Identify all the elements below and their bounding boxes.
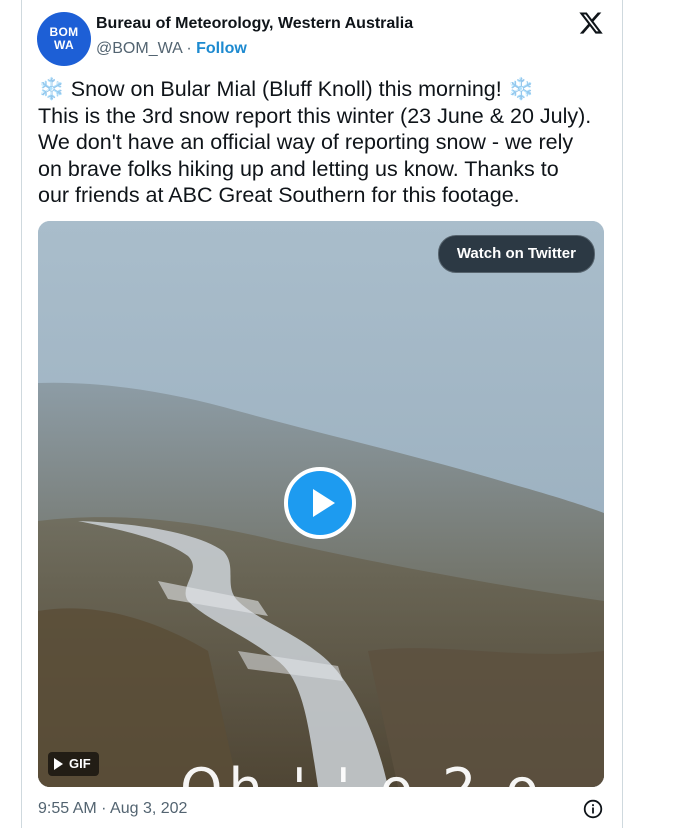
x-logo-icon[interactable] <box>578 10 604 36</box>
snowflake-icon: ❄️ <box>38 77 65 101</box>
tweet-line-4: on brave folks hiking up and letting us … <box>38 156 559 181</box>
watch-on-twitter-button[interactable]: Watch on Twitter <box>437 235 595 273</box>
avatar-text-line2: WA <box>54 38 74 52</box>
tweet-line-2: This is the 3rd snow report this winter … <box>38 103 592 128</box>
tweet-text: ❄️ Snow on Bular Mial (Bluff Knoll) this… <box>38 76 608 209</box>
avatar[interactable]: BOM WA <box>37 12 91 66</box>
gif-label: GIF <box>69 756 91 771</box>
separator-dot: · <box>186 40 192 57</box>
info-icon[interactable] <box>583 799 603 819</box>
video-player[interactable]: Watch on Twitter GIF Oh ' ' o 2 o <box>38 221 604 787</box>
page: BOM WA Bureau of Meteorology, Western Au… <box>0 0 683 828</box>
play-icon <box>313 489 335 517</box>
author-name[interactable]: Bureau of Meteorology, Western Australia <box>96 15 413 33</box>
video-caption-overlay: Oh ' ' o 2 o <box>180 757 545 787</box>
gif-badge: GIF <box>48 752 99 776</box>
tweet-timestamp[interactable]: 9:55 AM · Aug 3, 202 <box>38 800 187 818</box>
follow-button[interactable]: Follow <box>196 40 247 57</box>
play-button[interactable] <box>284 467 356 539</box>
tweet-line-3: We don't have an official way of reporti… <box>38 130 574 154</box>
author-handle[interactable]: @BOM_WA <box>96 40 182 57</box>
snowflake-icon: ❄️ <box>507 77 535 101</box>
tweet-line-5: our friends at ABC Great Southern for th… <box>38 183 520 207</box>
gif-play-icon <box>54 758 63 770</box>
tweet-line-1-text: Snow on Bular Mial (Bluff Knoll) this mo… <box>64 77 508 101</box>
tweet-line-1: ❄️ Snow on Bular Mial (Bluff Knoll) this… <box>38 76 608 103</box>
author-handle-row: @BOM_WA · Follow <box>96 40 247 58</box>
